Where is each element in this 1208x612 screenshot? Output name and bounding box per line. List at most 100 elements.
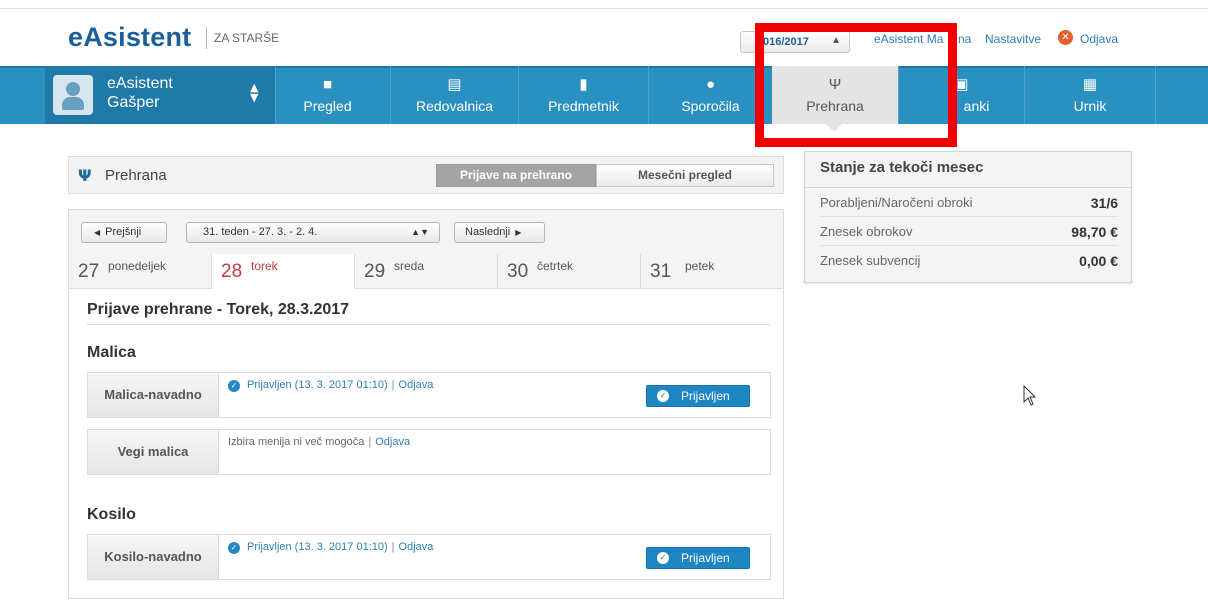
calendar-icon: ▦ — [1082, 76, 1098, 93]
meal-row: Malica-navadno ✓ Prijavljen (13. 3. 2017 … — [87, 372, 771, 418]
check-circle-icon: ✓ — [228, 542, 240, 554]
prijavljen-button[interactable]: ✓ Prijavljen — [646, 385, 750, 407]
side-value: 31/6 — [1090, 195, 1118, 211]
switch-arrows-icon: ▲ ▼ — [250, 81, 259, 104]
day-title: Prijave prehrane - Torek, 28.3.2017 — [87, 301, 350, 318]
logout-icon[interactable]: ✕ — [1058, 30, 1073, 45]
side-label: Porabljeni/Naročeni obroki — [820, 195, 973, 210]
day-number: 30 — [507, 261, 529, 282]
day-number: 28 — [221, 261, 243, 282]
side-row: Znesek subvencij 0,00 € — [820, 253, 1118, 275]
meal-heading-kosilo: Kosilo — [87, 506, 136, 523]
check-circle-icon: ✓ — [657, 552, 669, 564]
day-tab-friday[interactable]: 31 petek — [641, 254, 783, 289]
nav-label: Urnik — [1073, 98, 1107, 114]
nav-item-pregled[interactable]: ■ Pregled — [275, 66, 379, 124]
prev-label: Prejšnji — [105, 226, 142, 238]
prijavljen-button[interactable]: ✓ Prijavljen — [646, 547, 750, 569]
highlight-box — [755, 23, 957, 147]
odjava-link[interactable]: Odjava — [399, 541, 434, 553]
side-label: Znesek obrokov — [820, 224, 913, 239]
account-link-tail[interactable]: na — [958, 32, 971, 46]
nav-item-redovalnica[interactable]: ▤ Redovalnica — [390, 66, 518, 124]
meal-row: Vegi malica Izbira menija ni več mogoča |… — [87, 429, 771, 475]
nav-label: Redovalnica — [415, 98, 494, 114]
user-line-1: eAsistent — [107, 75, 173, 92]
separator: | — [391, 379, 395, 391]
day-name: četrtek — [537, 259, 574, 273]
tab-mesecni-pregled[interactable]: Mesečni pregled — [596, 164, 774, 187]
select-arrows-icon: ▲▼ — [411, 227, 429, 237]
nav-label: Sporočila — [681, 98, 740, 114]
next-week-button[interactable]: Naslednji ▶ — [454, 222, 545, 243]
cube-icon: ■ — [322, 76, 333, 93]
odjava-link[interactable]: Odjava — [375, 436, 410, 448]
user-name: Gašper — [107, 94, 160, 111]
day-tab-thursday[interactable]: 30 četrtek — [498, 254, 641, 289]
meal-status: Izbira menija ni več mogoča | Odjava — [228, 436, 410, 448]
top-divider — [0, 8, 1208, 9]
logout-link[interactable]: Odjava — [1080, 32, 1118, 46]
chat-icon: ● — [705, 76, 716, 93]
day-name: ponedeljek — [108, 259, 167, 273]
nav-item-predmetnik[interactable]: ▮ Predmetnik — [518, 66, 648, 124]
side-title: Stanje za tekoči mesec — [820, 159, 984, 176]
check-circle-icon: ✓ — [228, 380, 240, 392]
button-label: Prijavljen — [681, 389, 730, 403]
nav-label: Pregled — [303, 98, 352, 114]
day-tab-wednesday[interactable]: 29 sreda — [355, 254, 498, 289]
logo-separator — [206, 27, 207, 49]
separator: | — [368, 436, 372, 448]
panel-header: Ψ Prehrana Prijave na prehrano Mesečni p… — [68, 156, 784, 194]
divider — [87, 324, 771, 325]
button-label: Prijavljen — [681, 551, 730, 565]
day-tab-tuesday[interactable]: 28 torek — [212, 254, 355, 289]
day-tab-monday[interactable]: 27 ponedeljek — [69, 254, 212, 289]
day-name: torek — [251, 259, 278, 273]
side-row: Porabljeni/Naročeni obroki 31/6 — [820, 195, 1118, 217]
nav-item-urnik[interactable]: ▦ Urnik — [1024, 66, 1156, 124]
week-toolbar: ◀ Prejšnji 31. teden - 27. 3. - 2. 4. ▲▼ … — [69, 210, 783, 254]
settings-link[interactable]: Nastavitve — [985, 32, 1041, 46]
side-value: 0,00 € — [1079, 253, 1118, 269]
chevron-right-icon: ▶ — [515, 228, 522, 237]
side-value: 98,70 € — [1071, 224, 1118, 240]
prev-week-button[interactable]: ◀ Prejšnji — [81, 222, 167, 243]
mouse-cursor-icon — [1023, 385, 1037, 406]
meal-status: ✓ Prijavljen (13. 3. 2017 01:10) | Odjava — [228, 541, 433, 554]
meal-heading-malica: Malica — [87, 344, 136, 361]
side-label: Znesek subvencij — [820, 253, 921, 268]
status-text: Prijavljen (13. 3. 2017 01:10) — [247, 541, 388, 553]
meal-label: Malica-navadno — [88, 373, 219, 417]
check-circle-icon: ✓ — [657, 390, 669, 402]
week-select-value: 31. teden - 27. 3. - 2. 4. — [203, 226, 318, 238]
meal-status: ✓ Prijavljen (13. 3. 2017 01:10) | Odjava — [228, 379, 433, 392]
day-name: petek — [685, 259, 715, 273]
nav-label: Predmetnik — [548, 98, 619, 114]
divider — [805, 187, 1131, 188]
status-text: Prijavljen (13. 3. 2017 01:10) — [247, 379, 388, 391]
separator: | — [391, 541, 395, 553]
logo[interactable]: eAsistent — [68, 22, 191, 53]
meal-row: Kosilo-navadno ✓ Prijavljen (13. 3. 2017 … — [87, 534, 771, 580]
avatar — [53, 75, 93, 115]
meal-label: Vegi malica — [88, 430, 219, 474]
day-number: 31 — [650, 261, 672, 282]
week-select[interactable]: 31. teden - 27. 3. - 2. 4. ▲▼ — [186, 222, 440, 243]
tab-prijave[interactable]: Prijave na prehrano — [436, 164, 596, 187]
panel-title: Prehrana — [105, 167, 167, 184]
cutlery-icon: Ψ — [78, 166, 92, 185]
week-panel: ◀ Prejšnji 31. teden - 27. 3. - 2. 4. ▲▼ … — [68, 209, 784, 599]
day-number: 27 — [78, 261, 100, 282]
side-row: Znesek obrokov 98,70 € — [820, 224, 1118, 246]
day-name: sreda — [394, 259, 425, 273]
id-card-icon: ▤ — [447, 76, 462, 93]
user-switcher[interactable]: eAsistent Gašper ▲ ▼ — [45, 66, 275, 124]
meal-label: Kosilo-navadno — [88, 535, 219, 579]
nav-item-sporocila[interactable]: ● Sporočila — [648, 66, 772, 124]
odjava-link[interactable]: Odjava — [399, 379, 434, 391]
day-number: 29 — [364, 261, 386, 282]
monthly-status-panel: Stanje za tekoči mesec Porabljeni/Naroče… — [804, 151, 1132, 283]
chevron-left-icon: ◀ — [94, 228, 101, 237]
page: eAsistent ZA STARŠE 016/2017 ▲ eAsistent… — [0, 0, 1208, 612]
